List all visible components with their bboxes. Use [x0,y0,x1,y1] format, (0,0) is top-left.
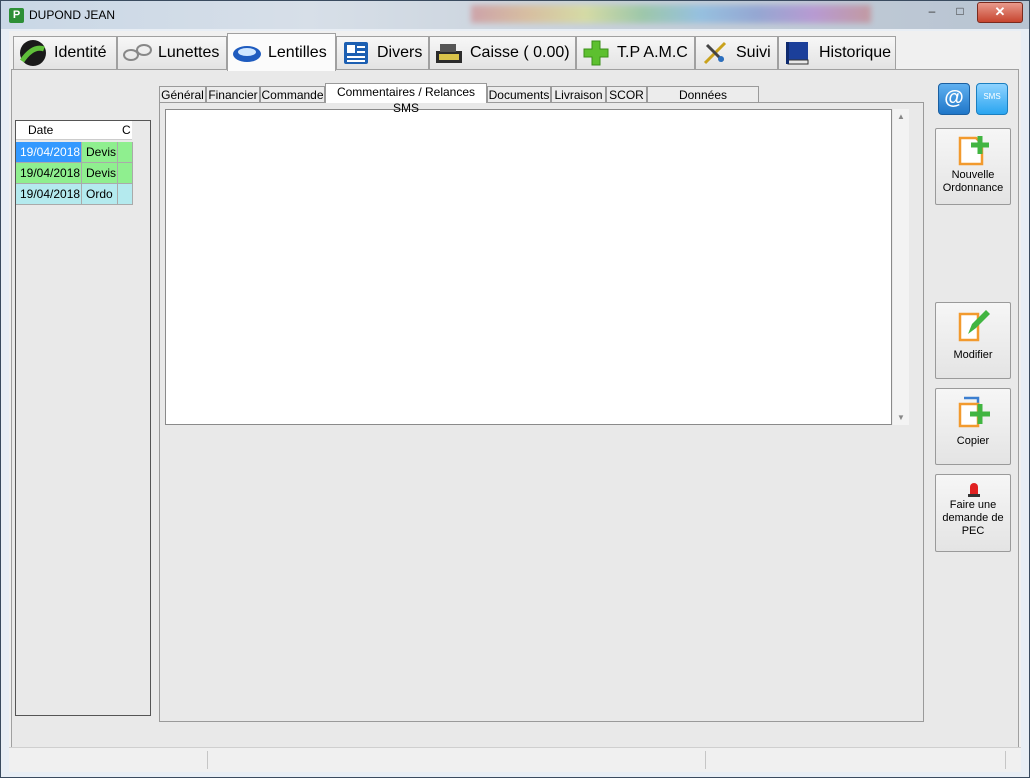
tab-label: T.P A.M.C [617,44,688,61]
row-c [118,142,133,162]
tab-label: Lentilles [268,43,327,61]
status-segment [9,751,208,769]
status-segment [207,751,706,769]
modifier-label: Modifier [953,349,993,361]
sms-icon[interactable]: SMS [976,83,1008,115]
tab-label: Identité [54,44,107,61]
scroll-up-arrow-icon[interactable]: ▲ [897,112,905,121]
tab-commentaires-relances-sms[interactable]: Commentaires / Relances SMS [325,83,487,115]
tab-historique[interactable]: Historique [778,36,896,69]
row-c [118,184,133,204]
client-area: Identité Lunettes Lentilles Divers Caiss… [9,31,1021,772]
tab-label: Divers [377,44,423,61]
minimize-button[interactable]: – [919,2,945,21]
tab-documents[interactable]: Documents [487,86,551,103]
demande-pec-label: Faire une demande de PEC [942,499,1004,537]
commentaires-panel: ▲ ▼ [159,102,924,722]
status-bar [9,747,1021,772]
tab-label: Suivi [736,44,771,61]
new-document-plus-icon [958,136,989,166]
row-c [118,163,133,183]
tools-icon [700,39,730,67]
row-date: 19/04/2018 [16,142,82,162]
maximize-button[interactable]: □ [947,2,973,21]
email-icon[interactable]: @ [938,83,970,115]
comments-textarea[interactable] [165,109,892,425]
list-item[interactable]: 19/04/2018 Devis [16,142,133,163]
alarm-light-icon [968,483,980,497]
tab-tpamc[interactable]: T.P A.M.C [576,36,695,69]
app-icon: P [9,8,24,23]
tab-lentilles[interactable]: Lentilles [227,33,336,71]
tab-suivi[interactable]: Suivi [695,36,778,69]
tab-livraison[interactable]: Livraison [551,86,606,103]
tab-financier[interactable]: Financier [206,86,260,103]
copier-button[interactable]: Copier [935,388,1011,465]
tab-label: Historique [819,44,892,61]
row-date: 19/04/2018 [16,184,82,204]
tab-label: Caisse ( 0.00) [470,44,570,61]
comments-scrollbar[interactable]: ▲ ▼ [893,109,909,425]
document-list-icon [341,39,371,67]
tab-donnees-normalisees[interactable]: Données Normalisées [647,86,759,118]
tab-commande[interactable]: Commande [260,86,325,103]
column-header-date[interactable]: Date [28,123,53,137]
title-bar-decoration [471,5,871,23]
copy-plus-icon [958,396,990,428]
tab-lunettes[interactable]: Lunettes [117,36,227,69]
close-button[interactable]: ✕ [977,2,1023,23]
tab-identite[interactable]: Identité [13,36,117,69]
column-header-c[interactable]: C [122,123,131,137]
contact-lens-icon [232,39,262,67]
tab-scor[interactable]: SCOR [606,86,647,103]
nouvelle-ordonnance-button[interactable]: Nouvelle Ordonnance [935,128,1011,205]
list-item[interactable]: 19/04/2018 Ordo [16,184,133,205]
glasses-icon [122,39,152,67]
tab-divers[interactable]: Divers [336,36,429,69]
modifier-button[interactable]: Modifier [935,302,1011,379]
row-date: 19/04/2018 [16,163,82,183]
tab-general[interactable]: Général [159,86,206,103]
records-list-header: Date C [16,121,132,140]
status-segment [705,751,1006,769]
row-type: Devis [82,163,118,183]
cash-register-icon [434,39,464,67]
scroll-down-arrow-icon[interactable]: ▼ [897,413,905,422]
application-window: P DUPOND JEAN – □ ✕ Identité Lunettes Le… [0,0,1030,778]
tab-label: Lunettes [158,44,220,61]
edit-pencil-icon [958,310,990,342]
title-bar[interactable]: P DUPOND JEAN – □ ✕ [1,1,1029,29]
copier-label: Copier [956,435,990,447]
records-list[interactable]: Date C 19/04/2018 Devis 19/04/2018 Devis… [15,120,151,716]
list-item[interactable]: 19/04/2018 Devis [16,163,133,184]
book-icon [783,39,813,67]
window-title: DUPOND JEAN [29,8,116,22]
road-icon [18,39,48,67]
green-cross-icon [581,39,611,67]
demande-pec-button[interactable]: Faire une demande de PEC [935,474,1011,552]
row-type: Ordo [82,184,118,204]
row-type: Devis [82,142,118,162]
nouvelle-ordonnance-label: Nouvelle Ordonnance [942,169,1004,194]
tab-caisse[interactable]: Caisse ( 0.00) [429,36,576,69]
